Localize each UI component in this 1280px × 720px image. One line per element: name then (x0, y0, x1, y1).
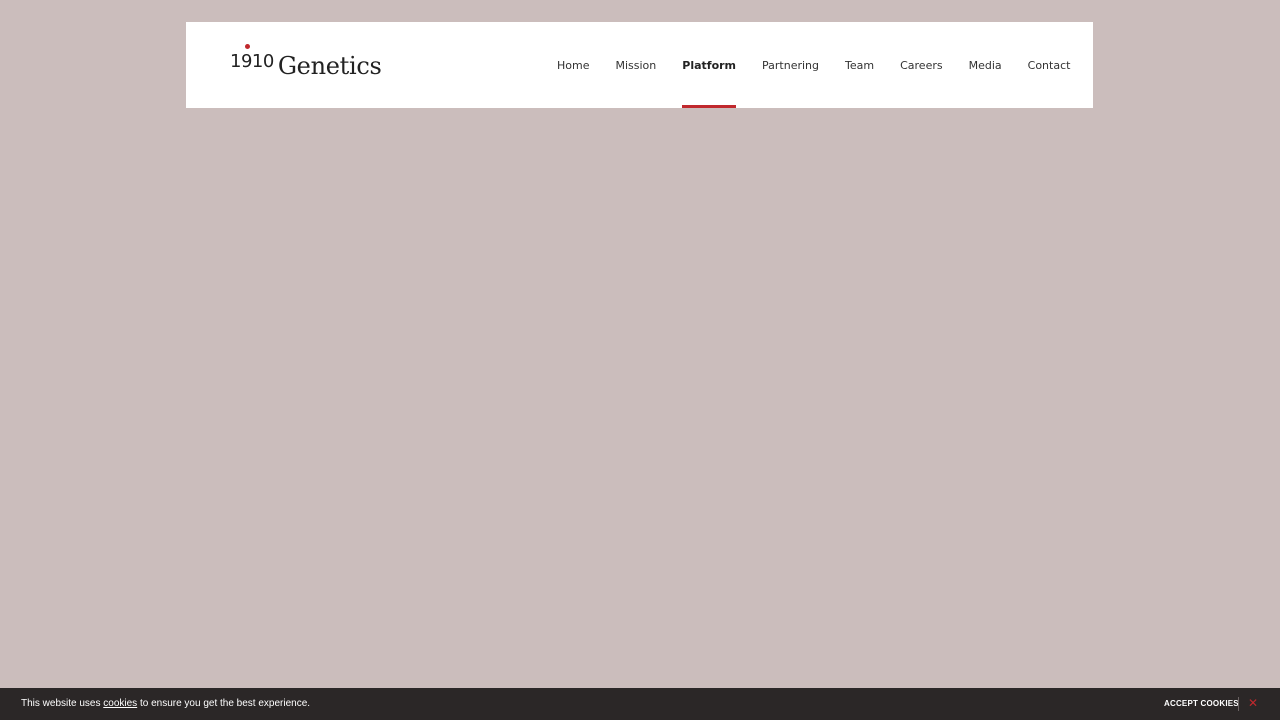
nav-item-contact[interactable]: Contact (1028, 22, 1071, 108)
nav-item-partnering[interactable]: Partnering (762, 22, 819, 108)
cookie-text-before: This website uses (21, 698, 104, 709)
cookie-divider (1238, 697, 1239, 711)
nav-item-platform[interactable]: Platform (682, 22, 736, 108)
nav-item-home[interactable]: Home (557, 22, 589, 108)
main-nav: Home Mission Platform Partnering Team Ca… (557, 22, 1070, 108)
accept-cookies-button[interactable]: ACCEPT COOKIES (1164, 699, 1239, 708)
site-logo[interactable]: 1910 Genetics (230, 44, 382, 80)
cookie-message: This website uses cookies to ensure you … (21, 698, 310, 709)
logo-dot-icon (245, 44, 250, 49)
cookie-banner: This website uses cookies to ensure you … (0, 688, 1280, 720)
logo-wordmark: Genetics (277, 52, 382, 80)
site-header: 1910 Genetics Home Mission Platform Part… (186, 22, 1093, 108)
nav-item-media[interactable]: Media (969, 22, 1002, 108)
cookie-text-after: to ensure you get the best experience. (137, 698, 311, 709)
nav-item-mission[interactable]: Mission (615, 22, 656, 108)
nav-item-team[interactable]: Team (845, 22, 874, 108)
close-icon[interactable]: ✕ (1248, 696, 1258, 710)
cookies-link[interactable]: cookies (103, 698, 137, 709)
nav-item-careers[interactable]: Careers (900, 22, 943, 108)
logo-number: 1910 (230, 51, 274, 72)
